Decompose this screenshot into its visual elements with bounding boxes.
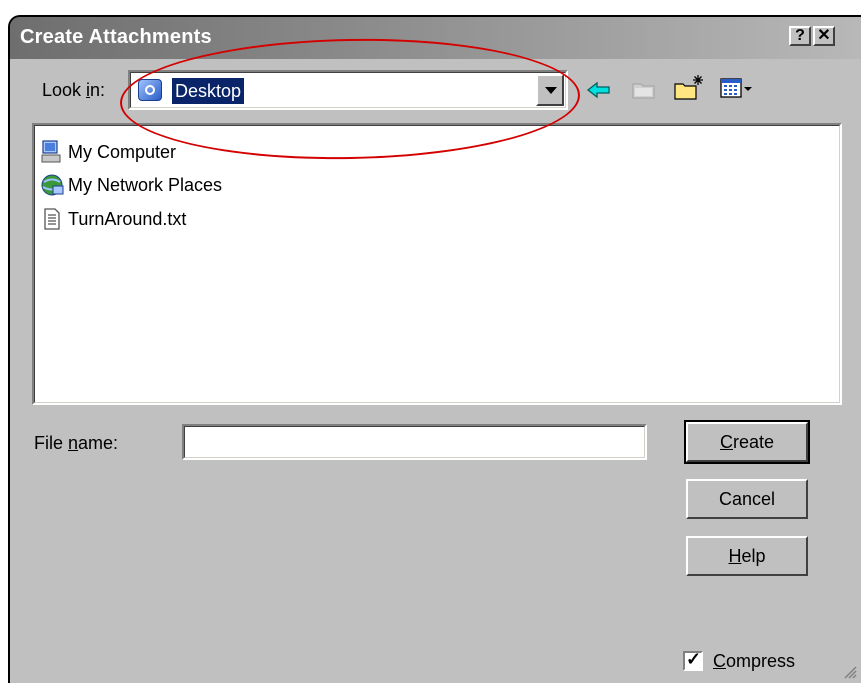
create-button[interactable]: Create [684,420,810,464]
list-item-label: My Computer [68,141,177,162]
list-item[interactable]: TurnAround.txt [40,204,186,234]
dropdown-arrow-button[interactable] [536,74,564,106]
close-button[interactable]: ✕ [813,26,835,46]
file-name-field[interactable] [182,424,647,460]
checkmark-icon: ✓ [686,649,702,669]
look-in-value: Desktop [172,78,245,104]
network-places-icon [41,174,64,196]
file-name-label: File name: [34,433,119,453]
compress-label[interactable]: Compress [713,651,795,672]
resize-grip-icon[interactable] [841,663,857,679]
file-list[interactable]: My Computer My Network Places TurnAround… [32,123,842,405]
list-item[interactable]: My Computer [40,137,176,167]
create-attachments-dialog: Create Attachments ? ✕ Look in: Desktop [8,15,861,683]
new-folder-icon[interactable] [672,72,708,102]
list-item[interactable]: My Network Places [40,170,222,200]
file-name-input[interactable] [184,426,645,458]
list-item-label: TurnAround.txt [68,208,187,229]
look-in-label: Look in: [42,80,106,100]
compress-checkbox[interactable]: ✓ [683,649,703,671]
my-computer-icon [41,140,61,163]
look-in-combo[interactable]: Desktop [128,70,568,110]
desktop-icon [138,79,162,101]
help-button[interactable]: Help [686,536,808,576]
back-icon[interactable] [586,80,612,100]
list-item-label: My Network Places [68,174,223,195]
title-bar[interactable]: Create Attachments ? ✕ [10,17,861,59]
cancel-button[interactable]: Cancel [686,479,808,519]
view-menu-icon[interactable] [720,77,754,101]
help-title-button[interactable]: ? [789,26,811,46]
up-folder-icon[interactable] [630,77,658,101]
dialog-title: Create Attachments [20,26,212,48]
text-file-icon [44,208,60,230]
